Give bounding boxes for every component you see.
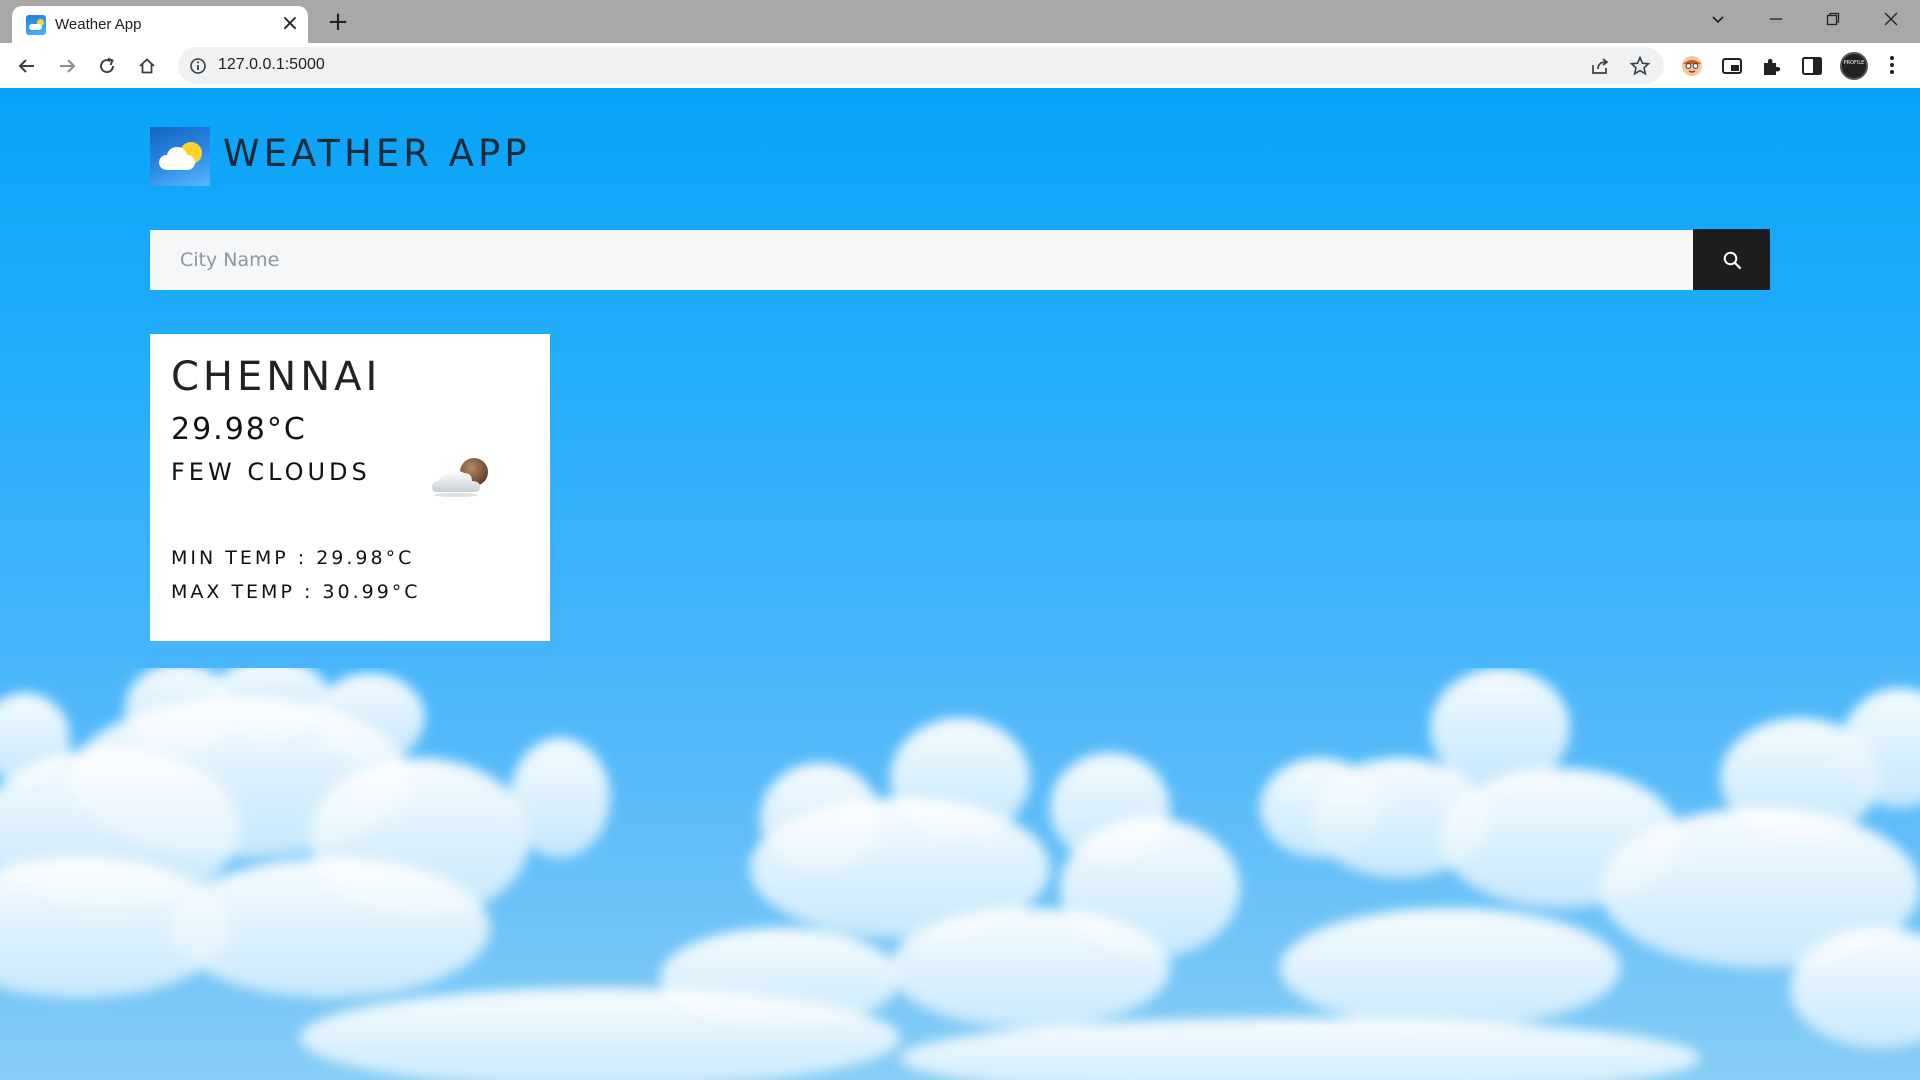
restore-icon[interactable]	[1810, 5, 1856, 33]
app-title: WEATHER APP	[223, 132, 531, 175]
bookmark-star-icon[interactable]	[1629, 55, 1651, 77]
search-icon	[1723, 251, 1742, 270]
extension-avatar-icon[interactable]	[1680, 54, 1704, 78]
share-icon[interactable]	[1589, 55, 1611, 77]
forward-arrow-icon[interactable]	[52, 51, 82, 81]
side-panel-icon[interactable]	[1800, 54, 1824, 78]
weather-description: FEW CLOUDS	[171, 458, 371, 486]
browser-menu-icon[interactable]	[1885, 53, 1899, 77]
clouds-background-image	[0, 668, 1920, 1080]
tab-title: Weather App	[55, 16, 142, 33]
page-viewport: WEATHER APP CHENNAI 29.98°C FEW CLOUDS	[0, 88, 1920, 1080]
picture-in-picture-icon[interactable]	[1720, 54, 1744, 78]
profile-avatar-text: PROFILE	[1843, 60, 1865, 66]
city-name: CHENNAI	[171, 354, 382, 400]
home-icon[interactable]	[132, 51, 162, 81]
back-arrow-icon[interactable]	[12, 51, 42, 81]
min-temperature: MIN TEMP : 29.98°C	[171, 547, 415, 569]
site-info-icon[interactable]	[188, 56, 208, 76]
minimize-icon[interactable]	[1753, 5, 1799, 33]
weather-favicon-icon	[26, 15, 46, 35]
search-button[interactable]	[1693, 229, 1770, 290]
city-search-input[interactable]	[150, 230, 1694, 290]
profile-avatar[interactable]: PROFILE	[1840, 52, 1868, 80]
address-url: 127.0.0.1:5000	[218, 56, 325, 73]
tab-search-chevron-icon[interactable]	[1695, 5, 1741, 33]
weather-card: CHENNAI 29.98°C FEW CLOUDS MIN TEMP : 29…	[150, 334, 550, 641]
browser-tab-strip: Weather App × +	[0, 0, 1920, 43]
current-temperature: 29.98°C	[171, 412, 307, 447]
close-window-icon[interactable]	[1868, 5, 1914, 33]
address-bar[interactable]: 127.0.0.1:5000	[178, 47, 1664, 84]
extensions-puzzle-icon[interactable]	[1760, 54, 1784, 78]
few-clouds-night-icon	[432, 458, 488, 497]
browser-toolbar: 127.0.0.1:5000 PROFILE	[0, 43, 1920, 88]
browser-tab[interactable]: Weather App ×	[12, 6, 308, 43]
max-temperature: MAX TEMP : 30.99°C	[171, 581, 421, 603]
tab-close-icon[interactable]: ×	[278, 12, 302, 36]
new-tab-plus-icon[interactable]: +	[324, 8, 352, 36]
app-logo-icon	[150, 127, 210, 186]
reload-icon[interactable]	[92, 51, 122, 81]
